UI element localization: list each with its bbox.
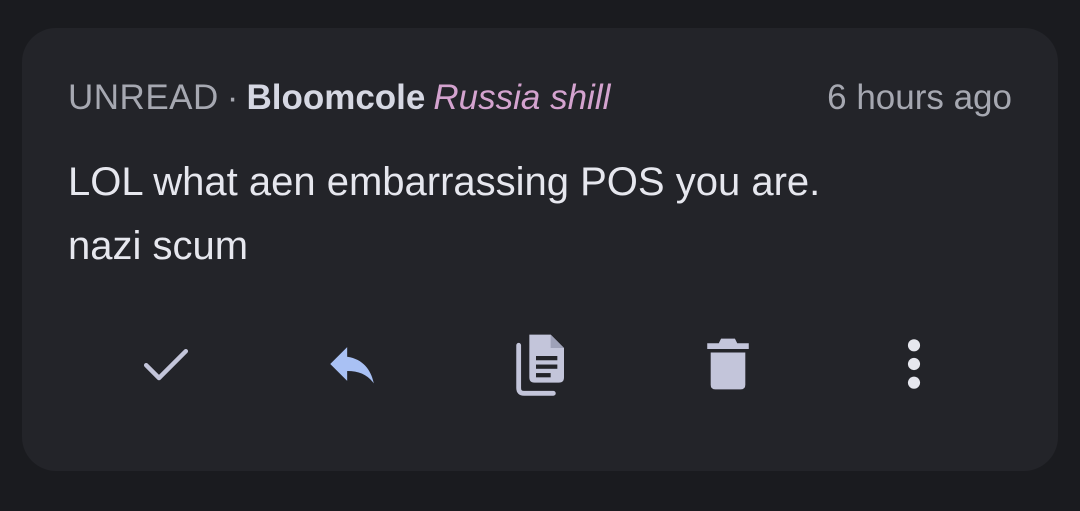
more-vertical-icon xyxy=(907,339,921,389)
comment-line: nazi scum xyxy=(68,224,249,268)
action-bar xyxy=(22,324,1058,404)
notification-header: UNREAD · Bloomcole Russia shill 6 hours ago xyxy=(68,76,1012,120)
unread-status: UNREAD xyxy=(68,78,219,117)
reply-button[interactable] xyxy=(312,324,392,404)
comment-body: LOL what aen embarrassing POS you are. n… xyxy=(68,150,1008,278)
copy-button[interactable] xyxy=(500,324,580,404)
copy-document-icon xyxy=(516,334,564,396)
reply-icon xyxy=(330,347,374,384)
timestamp: 6 hours ago xyxy=(827,78,1012,117)
delete-button[interactable] xyxy=(688,324,768,404)
comment-line: LOL what aen embarrassing POS you are. xyxy=(68,160,821,204)
author-username[interactable]: Bloomcole xyxy=(246,78,425,117)
mark-read-button[interactable] xyxy=(126,324,206,404)
checkmark-icon xyxy=(143,348,189,381)
user-flair: Russia shill xyxy=(433,78,611,117)
notification-card[interactable]: UNREAD · Bloomcole Russia shill 6 hours ago… xyxy=(22,28,1058,471)
more-options-button[interactable] xyxy=(874,324,954,404)
trash-icon xyxy=(707,338,749,390)
separator-dot: · xyxy=(226,78,239,117)
